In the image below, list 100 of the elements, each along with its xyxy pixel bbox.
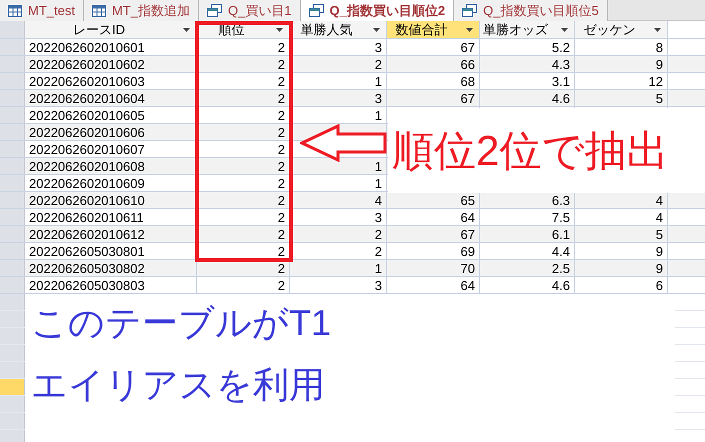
table-cell: 4.6 (552, 92, 570, 104)
query-icon (308, 4, 324, 17)
table-cell: 67 (460, 92, 475, 104)
table-cell: 2022062605030801 (29, 244, 145, 258)
dropdown-caret-icon[interactable] (466, 28, 473, 32)
query-icon (462, 4, 478, 17)
table-cell: 2022062602010608 (29, 160, 145, 172)
record-selector[interactable] (0, 226, 25, 242)
table-cell: 9 (656, 244, 663, 258)
callout-text: 順位2位で抽出 (392, 130, 668, 172)
table-cell: 2 (278, 210, 285, 224)
table-cell: 3 (374, 40, 382, 54)
table-cell: 4.6 (552, 278, 570, 292)
record-selector[interactable] (0, 413, 25, 429)
table-cell: 2 (278, 142, 285, 156)
column-header[interactable]: ゼッケン (575, 21, 668, 38)
record-selector[interactable] (0, 158, 25, 174)
table-cell: 2.5 (552, 262, 570, 274)
table-cell: 3.1 (552, 74, 570, 88)
table-cell: 68 (460, 74, 475, 88)
table-cell: 2022062602010610 (29, 194, 145, 206)
table-cell: 4 (656, 194, 663, 206)
document-tab[interactable]: Q_指数買い目順位2 (300, 0, 454, 21)
table-cell: 4.3 (552, 58, 570, 70)
note-text: エイリアスを利用 (31, 367, 326, 403)
table-cell: 6.1 (552, 228, 570, 240)
query-icon (206, 4, 222, 17)
table-cell: 7.5 (552, 210, 570, 224)
table-cell: 4 (374, 194, 382, 206)
table-cell: 2022062602010605 (29, 108, 145, 122)
table-cell: 5 (656, 228, 663, 240)
record-selector[interactable] (0, 56, 25, 72)
select-all-corner[interactable] (0, 21, 25, 38)
record-selector[interactable] (0, 39, 25, 55)
table-cell: 2 (278, 40, 285, 54)
table-cell: 1 (374, 176, 382, 190)
table-cell: 2022062602010604 (29, 92, 145, 104)
document-tab[interactable]: Q_指数買い目順位5 (454, 0, 608, 21)
dropdown-caret-icon[interactable] (183, 28, 190, 32)
table-cell: 1 (374, 108, 382, 122)
table-cell: 2022062602010601 (29, 40, 145, 54)
table-cell: 3 (374, 278, 382, 292)
table-cell: 1 (374, 160, 382, 172)
table-cell: 66 (460, 58, 475, 70)
record-selector[interactable] (0, 277, 25, 293)
table-cell: 2022062602010602 (29, 58, 145, 70)
column-header[interactable]: 単勝人気 (290, 21, 387, 38)
table-cell: 4.4 (552, 244, 570, 258)
document-tab[interactable]: MT_指数追加 (84, 0, 199, 21)
record-selector[interactable] (0, 328, 25, 344)
table-cell: 70 (460, 262, 475, 274)
table-cell: 2 (374, 244, 382, 258)
table-cell: 2 (278, 262, 285, 274)
table-cell: 1 (374, 74, 382, 88)
dropdown-caret-icon[interactable] (561, 28, 568, 32)
document-tab[interactable]: MT_test (0, 0, 84, 21)
record-selector[interactable] (0, 379, 25, 395)
table-cell: 69 (460, 244, 475, 258)
record-selector[interactable] (0, 192, 25, 208)
record-selector[interactable] (0, 260, 25, 276)
table-cell: 4 (656, 210, 663, 224)
table-cell: 2 (278, 74, 285, 88)
table-cell: 3 (374, 92, 382, 104)
table-cell: 2 (278, 228, 285, 240)
record-selector[interactable] (0, 175, 25, 191)
record-selector[interactable] (0, 345, 25, 361)
table-cell: 64 (460, 278, 475, 292)
record-selector[interactable] (0, 107, 25, 123)
dropdown-caret-icon[interactable] (276, 28, 283, 32)
dropdown-caret-icon[interactable] (373, 28, 380, 32)
table-cell: 3 (374, 210, 382, 224)
table-cell: 2 (278, 126, 285, 138)
table-cell: 9 (656, 58, 663, 70)
table-cell: 2022062602010603 (29, 74, 145, 88)
record-selector[interactable] (0, 73, 25, 89)
document-tab[interactable]: Q_買い目1 (198, 0, 301, 21)
table-cell: 2022062602010611 (29, 210, 144, 224)
record-selector[interactable] (0, 209, 25, 225)
table-icon (92, 4, 106, 16)
dropdown-caret-icon[interactable] (654, 28, 661, 32)
table-cell: 2 (278, 244, 285, 258)
record-selector[interactable] (0, 90, 25, 106)
record-selector[interactable] (0, 311, 25, 327)
table-cell: 5 (656, 92, 663, 104)
table-cell: 2 (278, 92, 285, 104)
table-cell: 2 (278, 108, 285, 122)
table-cell: 9 (656, 262, 663, 274)
table-cell: 2 (278, 194, 285, 206)
record-selector[interactable] (0, 141, 25, 157)
record-selector[interactable] (0, 294, 25, 310)
record-selector[interactable] (0, 124, 25, 140)
column-header[interactable]: レースID (25, 21, 197, 38)
column-header[interactable]: 数値合計 (387, 21, 480, 38)
table-cell: 67 (460, 40, 475, 54)
record-selector[interactable] (0, 243, 25, 259)
record-selector[interactable] (0, 430, 25, 442)
column-header[interactable]: 単勝オッズ (480, 21, 575, 38)
table-cell: 2022062602010606 (29, 126, 145, 138)
record-selector[interactable] (0, 396, 25, 412)
record-selector[interactable] (0, 362, 25, 378)
